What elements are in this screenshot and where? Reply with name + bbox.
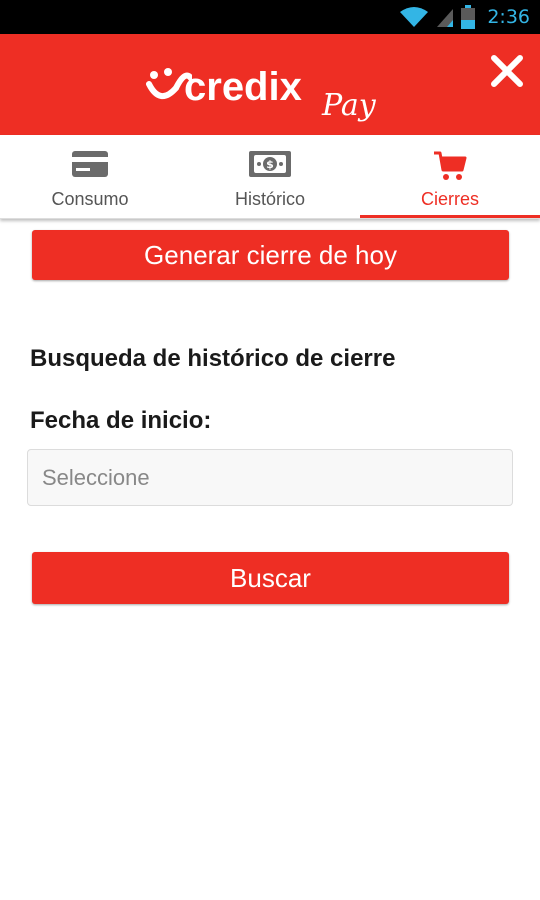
close-icon [491,55,523,87]
status-bar: 2:36 [0,0,540,34]
tab-cierres[interactable]: Cierres [360,135,540,218]
start-date-input[interactable] [27,449,513,506]
tab-label: Histórico [234,189,305,209]
tab-label: Consumo [51,189,129,209]
credix-pay-logo: credix Pay [146,60,396,130]
brand-suffix: Pay [322,88,376,123]
signal-icon [437,9,454,27]
credit-card-icon [72,151,108,177]
tab-label: Cierres [420,189,479,209]
wifi-icon [400,7,429,27]
tab-bar: Consumo $ Histórico Cierres [0,135,540,219]
tab-consumo[interactable]: Consumo [0,135,180,218]
app-header: credix Pay [0,34,540,135]
start-date-label: Fecha de inicio: [30,407,212,434]
cash-icon: $ [249,151,291,177]
section-title: Busqueda de histórico de cierre [30,345,396,372]
shopping-cart-icon [434,151,467,180]
generate-closing-button[interactable]: Generar cierre de hoy [32,230,509,280]
svg-text:$: $ [266,158,274,171]
close-button[interactable] [490,54,524,88]
battery-icon [461,5,476,29]
status-icons: 2:36 [399,4,530,30]
brand-name: credix [184,65,302,109]
tab-historico[interactable]: $ Histórico [180,135,360,218]
clock: 2:36 [487,6,530,28]
search-button[interactable]: Buscar [32,552,509,604]
